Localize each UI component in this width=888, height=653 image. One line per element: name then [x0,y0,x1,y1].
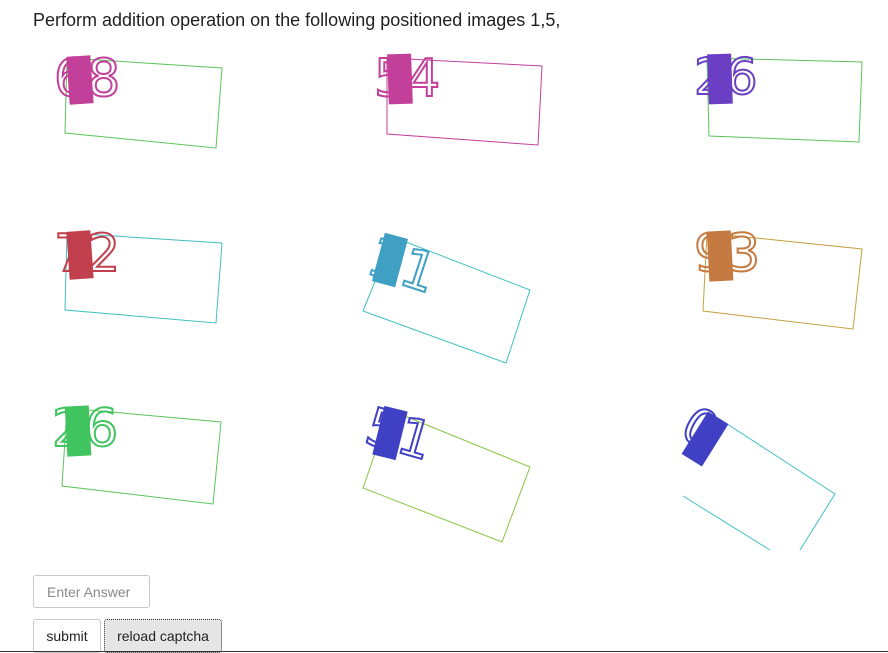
answer-input[interactable] [33,575,150,608]
reload-captcha-button[interactable]: reload captcha [104,619,222,653]
captcha-occlusion-bar [64,405,92,457]
captcha-image-2: 54 [360,40,560,170]
captcha-occlusion-bar [66,55,94,105]
captcha-image-7: 26 [40,390,240,520]
captcha-digits: 11 [360,225,445,306]
captcha-box [682,495,771,550]
captcha-occlusion-bar [707,53,733,105]
captcha-box [717,417,836,550]
captcha-occlusion-bar [706,230,734,282]
captcha-image-1: 68 [40,40,240,170]
captcha-occlusion-bar [66,230,94,280]
captcha-occlusion-bar [387,53,413,105]
captcha-image-5: 11 [340,215,560,375]
captcha-image-grid: 68 54 26 72 [0,0,888,560]
bottom-divider [0,651,888,652]
captcha-page: Perform addition operation on the follow… [0,0,888,653]
captcha-image-4: 72 [40,215,240,345]
captcha-image-9: 0 [660,390,880,550]
captcha-image-3: 26 [680,40,880,170]
captcha-image-8: 51 [340,390,560,550]
captcha-image-6: 93 [680,215,880,345]
submit-button[interactable]: submit [33,619,101,653]
